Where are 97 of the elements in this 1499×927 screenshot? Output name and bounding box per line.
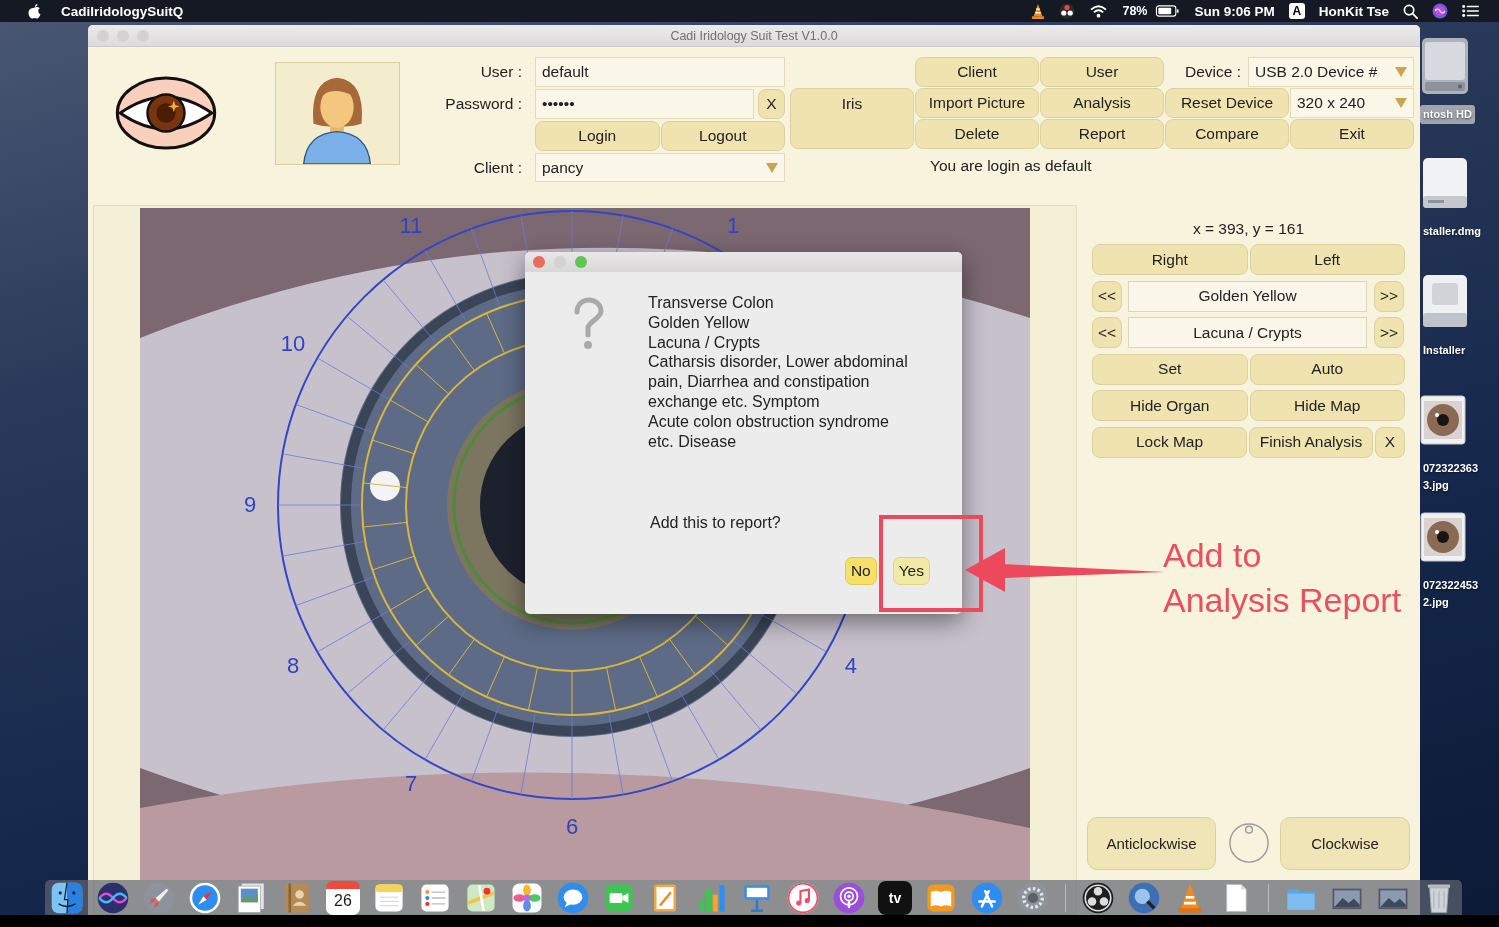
option-field[interactable]: Golden Yellow: [1128, 280, 1367, 312]
dialog-button[interactable]: Yes: [892, 557, 930, 585]
apple-icon[interactable]: [27, 3, 42, 19]
user-name-menu[interactable]: HonKit Tse: [1318, 3, 1389, 19]
next-button[interactable]: >>: [1374, 280, 1404, 312]
three-dot-ring-icon[interactable]: [1081, 880, 1115, 915]
toolbar-button[interactable]: Report: [1040, 119, 1164, 149]
window-title: Cadi Iridology Suit Test V1.0.0: [669, 28, 839, 43]
caret-icon: [1395, 98, 1407, 108]
eye-thumbnail[interactable]: [1420, 395, 1466, 445]
rotation-knob[interactable]: [1228, 822, 1270, 864]
close-button[interactable]: X: [1375, 426, 1405, 458]
traffic-cone-icon[interactable]: [1031, 3, 1046, 19]
desktop-icon-label[interactable]: 072322363 3.jpg: [1420, 459, 1482, 495]
callout-text: Add to Analysis Report: [1163, 535, 1402, 621]
previous-button[interactable]: <<: [1092, 317, 1122, 348]
login-status-text: You are login as default: [929, 157, 1093, 175]
triangle-lines-icon[interactable]: [970, 880, 1004, 915]
dropdown[interactable]: USB 2.0 Device #: [1248, 57, 1414, 87]
search-icon[interactable]: [1403, 3, 1418, 19]
dialog-detail-text: Catharsis disorder, Lower abdominal pain, Diarrhea and constipation exchange etc. Symptom: [648, 352, 909, 412]
menu-clock[interactable]: Sun 9:06 PM: [1194, 3, 1275, 19]
clock-label: 1: [726, 214, 740, 239]
desktop-icon-label[interactable]: Installer: [1420, 341, 1469, 360]
dialog-detail-text: Acute colon obstruction syndrome etc. Disease: [648, 411, 890, 452]
panel-button[interactable]: Set: [1092, 353, 1248, 385]
caret-icon: [1395, 67, 1407, 77]
gear-icon[interactable]: [1016, 880, 1050, 915]
iris-button[interactable]: Iris: [790, 88, 914, 149]
toolbar-button[interactable]: User: [1040, 57, 1164, 87]
rocket-icon[interactable]: [142, 880, 176, 915]
app-name-menu[interactable]: CadiIridologySuitQ: [61, 3, 184, 19]
next-button[interactable]: >>: [1374, 317, 1404, 348]
lens-disc-icon[interactable]: [1127, 880, 1161, 915]
input-source-indicator[interactable]: A: [1288, 3, 1305, 19]
panel-button[interactable]: Finish Analysis: [1249, 426, 1373, 458]
wifi-icon[interactable]: [1089, 4, 1109, 18]
password-field[interactable]: ••••••: [535, 89, 754, 119]
clock-label: 11: [399, 214, 423, 239]
clock-label: 9: [243, 493, 257, 517]
user-label: User :: [480, 63, 522, 81]
orb-icon[interactable]: [1432, 3, 1448, 19]
battery-icon[interactable]: [1155, 5, 1181, 17]
toolbar-button[interactable]: Analysis: [1040, 88, 1164, 118]
eye-thumbnail[interactable]: [1420, 512, 1466, 562]
panel-button[interactable]: Lock Map: [1092, 426, 1247, 458]
battery-percent[interactable]: 78%: [1122, 4, 1148, 18]
coordinates-text: x = 393, y = 161: [1192, 220, 1305, 238]
toolbar-button[interactable]: Compare: [1165, 119, 1289, 149]
anticlockwise-button[interactable]: Anticlockwise: [1087, 816, 1216, 870]
music-note-icon[interactable]: [786, 880, 820, 915]
speech-bubble-icon[interactable]: [556, 880, 590, 915]
list-icon[interactable]: [1462, 5, 1479, 17]
toolbar-button[interactable]: Client: [915, 57, 1039, 87]
dialog-detail-text: Golden Yellow: [648, 312, 751, 333]
panel-button[interactable]: Right: [1092, 244, 1248, 275]
dialog-detail-text: Transverse Colon: [648, 293, 775, 313]
eye-logo-icon: [115, 75, 217, 151]
toolbar-button[interactable]: Delete: [915, 119, 1039, 149]
clockwise-button[interactable]: Clockwise: [1280, 816, 1410, 870]
password-label: Password :: [445, 95, 522, 113]
toolbar-button[interactable]: Import Picture: [915, 88, 1039, 118]
dialog-question: Add this to report?: [650, 514, 781, 532]
client-dropdown[interactable]: pancy: [535, 153, 785, 182]
desktop-icon-label[interactable]: staller.dmg: [1420, 222, 1485, 241]
tv-tile[interactable]: tv: [878, 880, 912, 915]
clock-label: 10: [280, 332, 306, 356]
orb-icon[interactable]: [96, 880, 130, 915]
user-field[interactable]: default: [535, 57, 785, 87]
device-label: Device :: [1185, 63, 1241, 81]
clear-password-button[interactable]: X: [758, 89, 785, 119]
desktop-icon-label[interactable]: 072322453 2.jpg: [1420, 576, 1482, 612]
clock-label: 4: [844, 654, 857, 678]
compass-icon[interactable]: [188, 880, 222, 915]
three-dot-ring-icon[interactable]: [1059, 3, 1076, 19]
toolbar-button[interactable]: Exit: [1290, 119, 1414, 149]
login-button[interactable]: Login: [535, 121, 660, 151]
clock-label: 8: [286, 654, 300, 678]
close-button[interactable]: [533, 256, 545, 268]
panel-button[interactable]: Hide Map: [1249, 390, 1405, 421]
panel-button[interactable]: Hide Organ: [1092, 390, 1248, 421]
calendar-tile[interactable]: 26: [326, 880, 360, 915]
toolbar-button[interactable]: Reset Device: [1165, 88, 1289, 118]
client-label: Client :: [473, 158, 522, 177]
logout-button[interactable]: Logout: [660, 121, 785, 151]
previous-button[interactable]: <<: [1092, 280, 1122, 312]
clock-label: 6: [565, 815, 579, 839]
dialog-detail-text: Lacuna / Crypts: [648, 332, 762, 353]
caret-icon: [766, 162, 778, 173]
dialog-button[interactable]: No: [844, 557, 877, 585]
dropdown[interactable]: 320 x 240: [1290, 88, 1414, 118]
panel-button[interactable]: Left: [1249, 244, 1405, 275]
option-field[interactable]: Lacuna / Crypts: [1128, 317, 1367, 348]
clock-label: 7: [404, 771, 418, 796]
panel-button[interactable]: Auto: [1249, 353, 1405, 385]
broadcast-icon[interactable]: [832, 880, 866, 915]
face-tile-icon[interactable]: [50, 880, 84, 915]
